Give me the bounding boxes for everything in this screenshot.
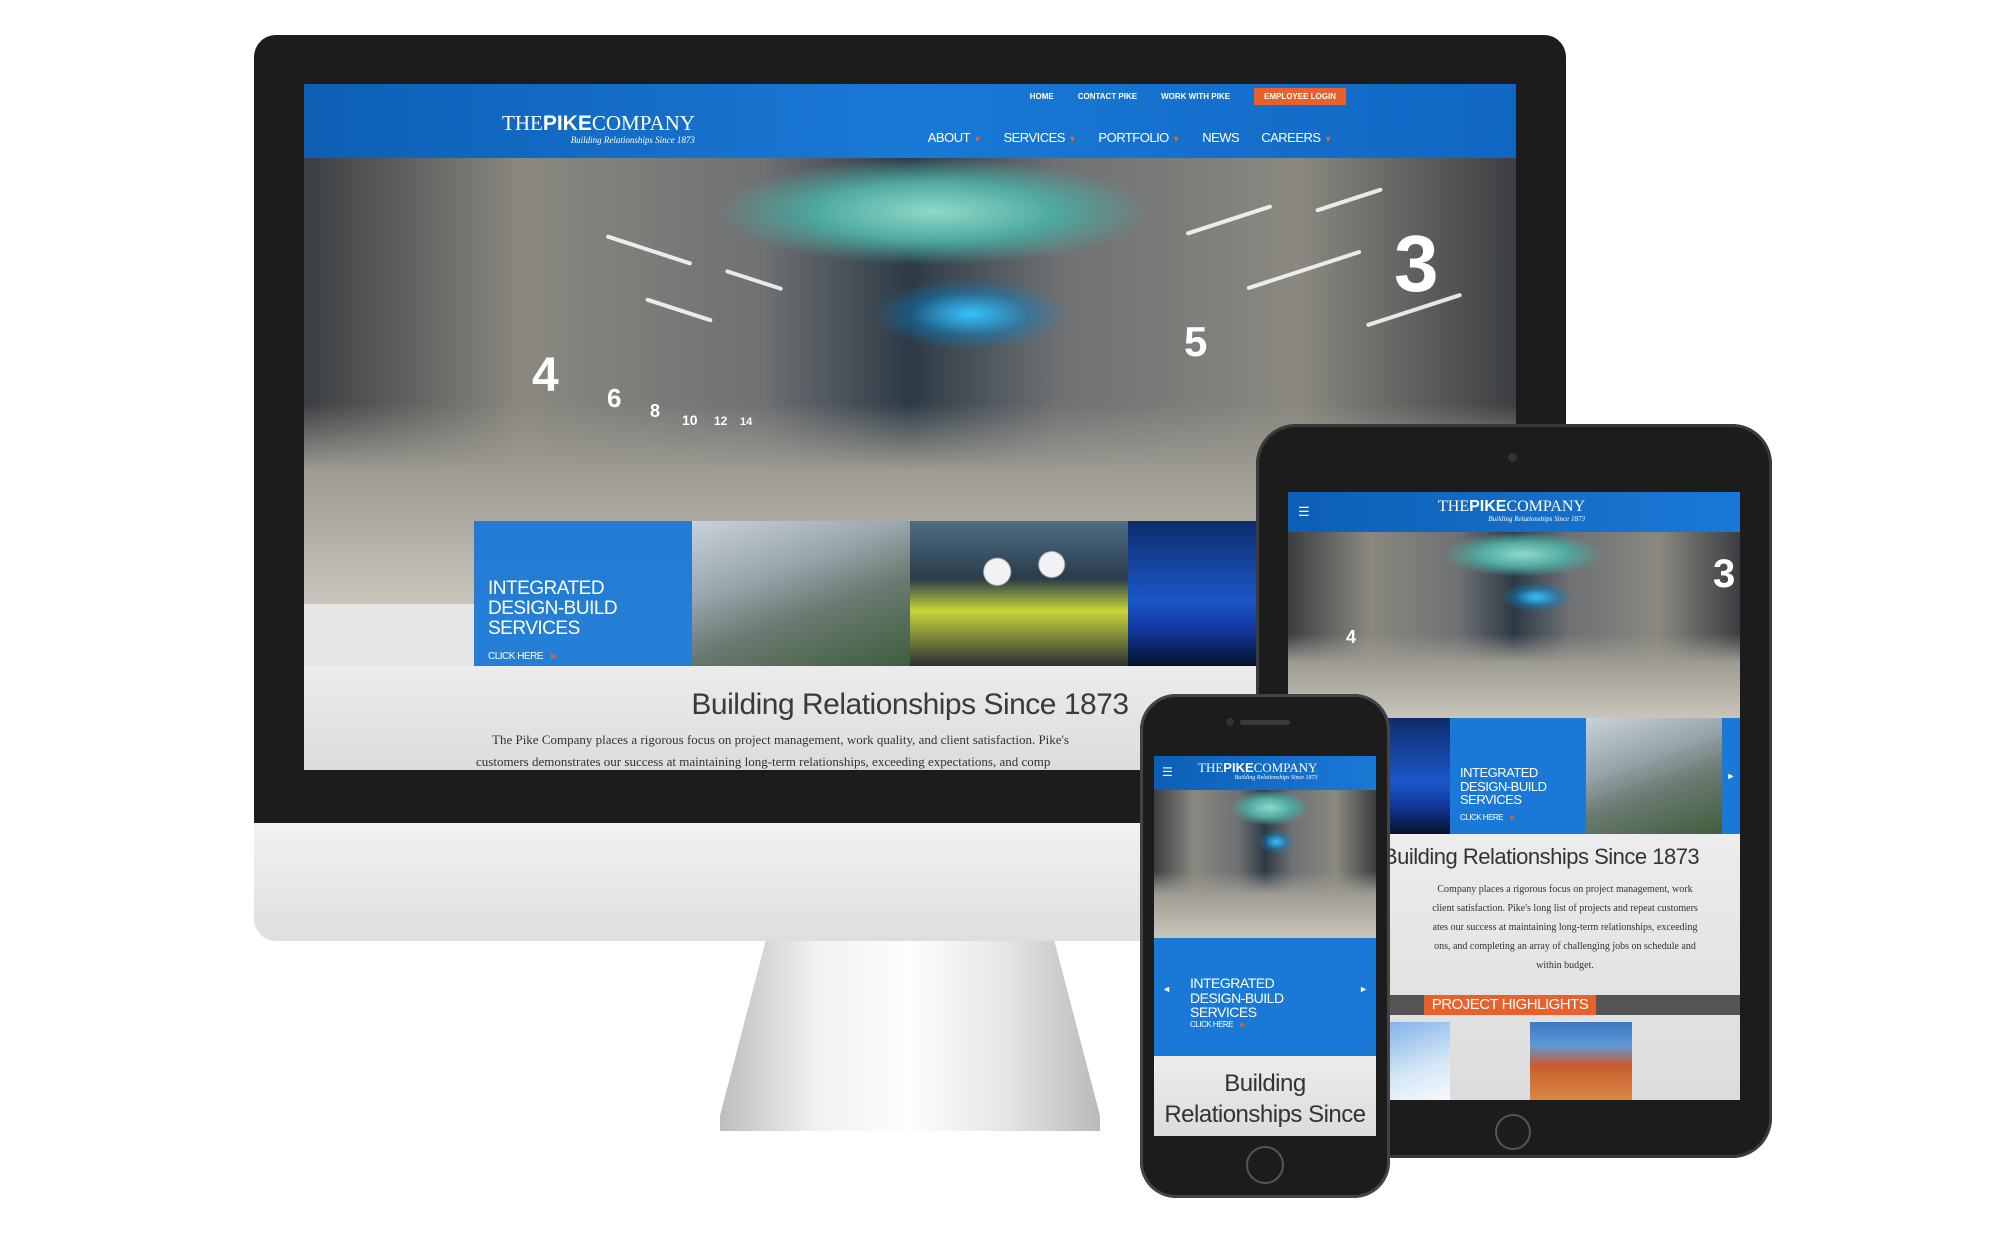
logo-tagline: Building Relationships Since 1873 <box>570 135 695 145</box>
tablet-home-button[interactable] <box>1495 1114 1531 1150</box>
desktop-cta-panel[interactable]: INTEGRATED DESIGN-BUILD SERVICES CLICK H… <box>474 521 692 666</box>
gate-sign-3: 3 <box>1394 219 1439 308</box>
logo-prefix: THE <box>502 111 543 135</box>
tablet-slider-right[interactable]: ► <box>1722 718 1740 834</box>
tablet-intro-body: Company places a rigorous focus on proje… <box>1432 884 1698 971</box>
gate-sign-8: 8 <box>650 401 661 421</box>
arrow-right-icon: ► <box>549 650 559 662</box>
tablet-camera <box>1508 453 1517 462</box>
intro-line-1: The Pike Company places a rigorous focus… <box>492 732 1069 747</box>
gate-sign-5: 5 <box>1184 318 1208 365</box>
project-highlights-label: PROJECT HIGHLIGHTS <box>1424 995 1596 1015</box>
tablet-cta-click-here[interactable]: CLICK HERE ► <box>1460 813 1576 822</box>
highlight-thumb-1[interactable] <box>1386 1022 1450 1100</box>
phone-cta-click-here[interactable]: CLICK HERE ► <box>1190 1020 1247 1029</box>
phone-speaker <box>1240 720 1290 725</box>
chevron-right-icon[interactable]: ► <box>1359 984 1368 994</box>
phone-header: ☰ THEPIKECOMPANY Building Relationships … <box>1154 756 1376 790</box>
arrow-right-icon: ► <box>1509 812 1517 822</box>
phone-cta-title: INTEGRATED DESIGN-BUILD SERVICES <box>1190 975 1284 1021</box>
chevron-down-icon: ▼ <box>1067 134 1077 144</box>
desktop-nav: ABOUT ▼ SERVICES ▼ PORTFOLIO ▼ NEWS CAREERS… <box>928 130 1333 145</box>
tablet-logo[interactable]: THEPIKECOMPANY Building Relationships Si… <box>1438 498 1585 523</box>
slide-thumb-workers[interactable] <box>910 521 1128 666</box>
logo-suffix: COMPANY <box>591 111 695 135</box>
top-links: HOME CONTACT PIKE WORK WITH PIKE EMPLOYE… <box>1030 87 1346 105</box>
tablet-hero-image: 3 4 <box>1288 532 1740 718</box>
desktop-logo[interactable]: THEPIKECOMPANY Building Relationships Si… <box>502 112 695 145</box>
phone-intro: Building Relationships Since <box>1154 1056 1376 1136</box>
employee-login-button[interactable]: EMPLOYEE LOGIN <box>1253 87 1346 105</box>
chevron-left-icon[interactable]: ◄ <box>1162 984 1171 994</box>
nav-about[interactable]: ABOUT ▼ <box>928 130 982 145</box>
gate-sign-14: 14 <box>740 416 753 428</box>
tablet-header: ☰ THEPIKECOMPANY Building Relationships … <box>1288 492 1740 532</box>
top-link-work-with-pike[interactable]: WORK WITH PIKE <box>1161 92 1230 101</box>
arrow-right-icon: ► <box>1239 1020 1247 1029</box>
tablet-cta-title: INTEGRATED DESIGN-BUILD SERVICES <box>1460 765 1547 808</box>
nav-news[interactable]: NEWS <box>1202 130 1240 145</box>
phone-logo[interactable]: THEPIKECOMPANY Building Relationships Si… <box>1198 761 1317 782</box>
cta-click-here[interactable]: CLICK HERE ► <box>488 651 678 662</box>
hamburger-icon[interactable]: ☰ <box>1162 765 1173 779</box>
phone-screen: ☰ THEPIKECOMPANY Building Relationships … <box>1154 756 1376 1136</box>
nav-services[interactable]: SERVICES ▼ <box>1003 130 1076 145</box>
logo-bold: PIKE <box>542 112 592 135</box>
tablet-cta-panel[interactable]: INTEGRATED DESIGN-BUILD SERVICES CLICK H… <box>1450 718 1586 834</box>
chevron-right-icon: ► <box>1726 771 1736 781</box>
slide-thumb-dorm[interactable] <box>692 521 910 666</box>
tablet-intro-heading: Building Relationships Since 1873 <box>1383 844 1700 869</box>
top-link-home[interactable]: HOME <box>1030 92 1054 101</box>
tablet-slide-prev[interactable] <box>1384 718 1450 834</box>
nav-careers[interactable]: CAREERS ▼ <box>1261 130 1332 145</box>
highlight-thumb-2[interactable] <box>1530 1022 1632 1100</box>
monitor-stand <box>720 941 1100 1131</box>
intro-line-2: customers demonstrates our success at ma… <box>476 754 1051 769</box>
phone-hero-image <box>1154 790 1376 938</box>
phone-intro-heading: Building Relationships Since <box>1164 1070 1366 1128</box>
chevron-down-icon: ▼ <box>973 134 982 144</box>
nav-portfolio[interactable]: PORTFOLIO ▼ <box>1098 130 1180 145</box>
chevron-down-icon: ▼ <box>1171 134 1181 144</box>
gate-sign-10: 10 <box>682 412 698 428</box>
gate-sign-4: 4 <box>532 349 559 402</box>
cta-title: INTEGRATED DESIGN-BUILD SERVICES <box>488 578 618 639</box>
tablet-slide-next[interactable] <box>1586 718 1722 834</box>
gate-sign-6: 6 <box>607 383 622 413</box>
gate-sign-12: 12 <box>714 414 728 428</box>
phone-cta-panel[interactable]: ◄ ► INTEGRATED DESIGN-BUILD SERVICES CLI… <box>1154 938 1376 1056</box>
hamburger-icon[interactable]: ☰ <box>1298 504 1310 520</box>
desktop-header: HOME CONTACT PIKE WORK WITH PIKE EMPLOYE… <box>304 84 1516 158</box>
phone-home-button[interactable] <box>1246 1146 1284 1184</box>
phone-camera <box>1226 718 1234 726</box>
top-link-contact[interactable]: CONTACT PIKE <box>1078 92 1137 101</box>
chevron-down-icon: ▼ <box>1323 134 1333 144</box>
